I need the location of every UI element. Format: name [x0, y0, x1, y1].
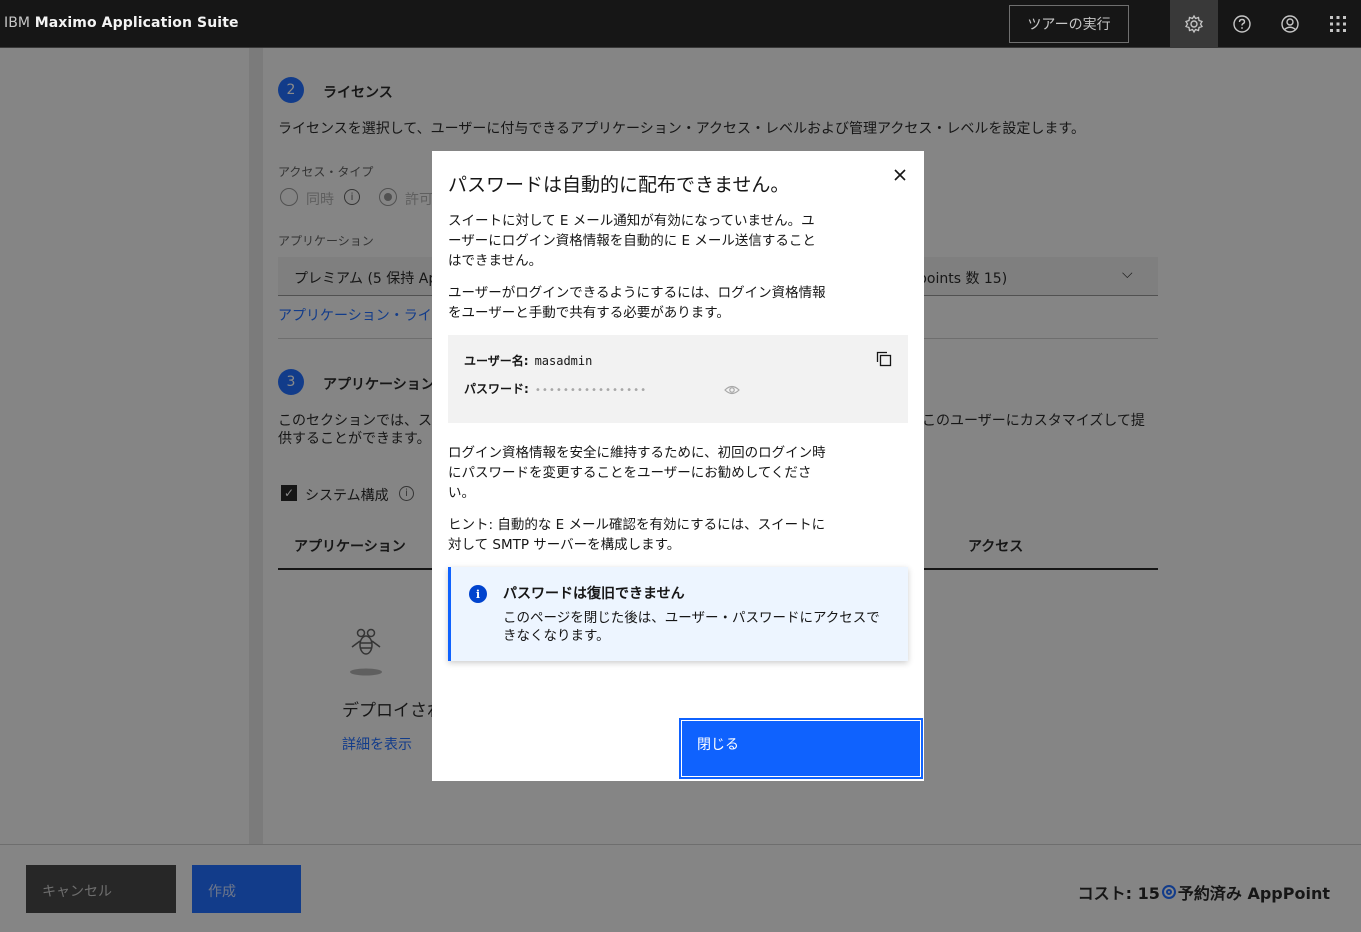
password-row: パスワード: •••••••••••••••• [464, 380, 647, 397]
credentials-box: ユーザー名: masadmin パスワード: •••••••••••••••• [448, 335, 908, 423]
help-icon[interactable] [1218, 0, 1266, 48]
notification-body: このページを閉じた後は、ユーザー・パスワードにアクセスできなくなります。 [503, 610, 880, 644]
username-label: ユーザー名: [464, 354, 529, 368]
modal-paragraph-change-password: ログイン資格情報を安全に維持するために、初回のログイン時にパスワードを変更するこ… [448, 445, 826, 501]
app-switcher-icon[interactable] [1314, 0, 1361, 48]
brand-name[interactable]: IBM Maximo Application Suite [4, 15, 239, 31]
user-avatar-icon[interactable] [1266, 0, 1314, 48]
password-value[interactable]: •••••••••••••••• [535, 385, 647, 396]
info-notification: i パスワードは復旧できません このページを閉じた後は、ユーザー・パスワードにア… [448, 567, 908, 661]
eye-icon[interactable] [724, 381, 740, 400]
username-value[interactable]: masadmin [535, 354, 593, 368]
copy-icon[interactable] [876, 351, 892, 371]
modal-paragraph-hint: ヒント: 自動的な E メール確認を有効にするには、スイートに対して SMTP … [448, 517, 826, 553]
info-icon: i [469, 585, 487, 603]
password-label: パスワード: [464, 382, 529, 396]
tour-button[interactable]: ツアーの実行 [1009, 5, 1129, 43]
modal-paragraph-email-disabled: スイートに対して E メール通知が有効になっていません。ユーザーにログイン資格情… [448, 213, 816, 269]
modal-paragraph-share-manually: ユーザーがログインできるようにするには、ログイン資格情報をユーザーと手動で共有す… [448, 285, 826, 321]
modal-title: パスワードは自動的に配布できません。 [448, 174, 790, 196]
close-icon[interactable] [890, 165, 910, 185]
notification-title: パスワードは復旧できません [503, 586, 685, 602]
settings-icon[interactable] [1170, 0, 1218, 48]
top-header: IBM Maximo Application Suite ツアーの実行 [0, 0, 1361, 48]
password-modal: パスワードは自動的に配布できません。 スイートに対して E メール通知が有効にな… [432, 151, 924, 781]
modal-close-button[interactable]: 閉じる [679, 718, 923, 779]
username-row: ユーザー名: masadmin [464, 352, 592, 369]
